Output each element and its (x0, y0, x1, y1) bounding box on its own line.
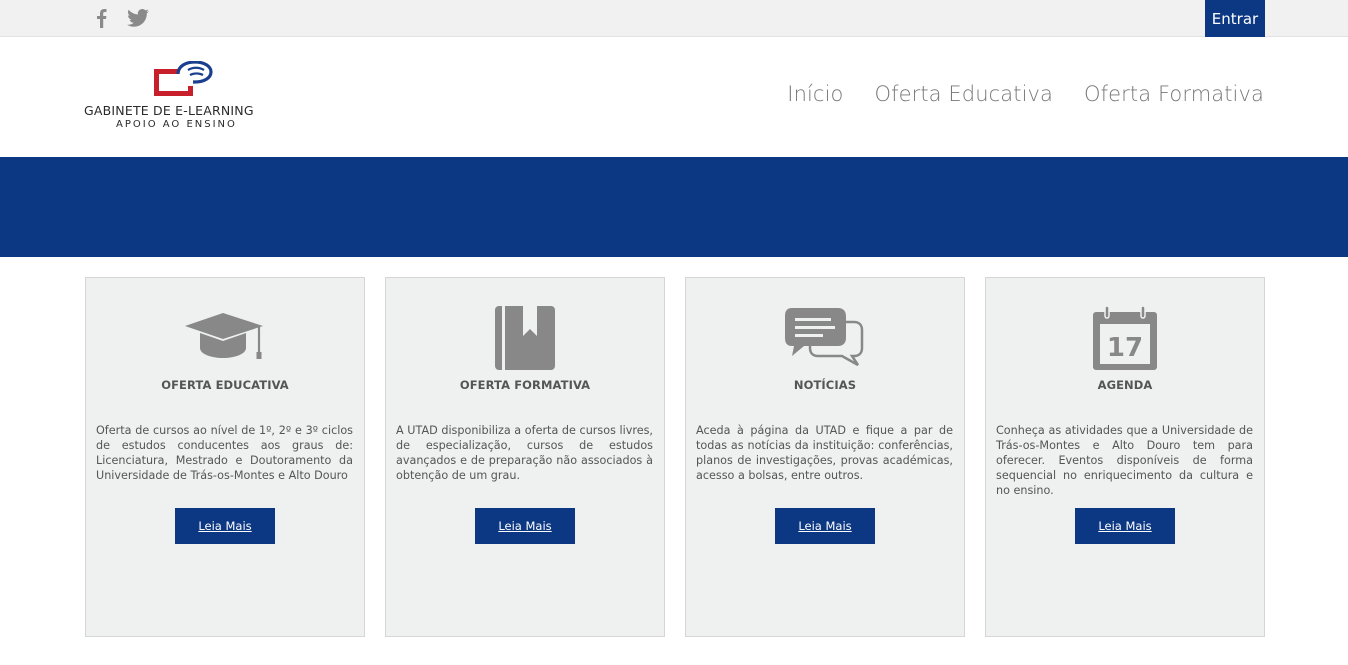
site-header: GABINETE DE E-LEARNING APOIO AO ENSINO I… (0, 37, 1348, 157)
card-description: Aceda à página da UTAD e fique a par de … (696, 424, 953, 482)
chat-bubbles-icon (686, 306, 964, 370)
card-title: AGENDA (1097, 378, 1153, 392)
logo[interactable]: GABINETE DE E-LEARNING APOIO AO ENSINO (84, 61, 289, 133)
card-title: OFERTA EDUCATIVA (161, 378, 289, 392)
bookmark-book-icon (386, 306, 664, 370)
calendar-day: 17 (1107, 333, 1143, 363)
nav-item-inicio[interactable]: Início (787, 82, 843, 106)
card-oferta-formativa: OFERTA FORMATIVA A UTAD disponibiliza a … (385, 277, 665, 637)
feature-cards: OFERTA EDUCATIVA Oferta de cursos ao nív… (85, 277, 1265, 637)
main-nav: Início Oferta Educativa Oferta Formativa (787, 82, 1264, 106)
card-agenda: 17 AGENDA Conheça as atividades que a Un… (985, 277, 1265, 637)
card-oferta-educativa: OFERTA EDUCATIVA Oferta de cursos ao nív… (85, 277, 365, 637)
card-description: A UTAD disponibiliza a oferta de cursos … (396, 424, 653, 482)
card-noticias: NOTÍCIAS Aceda à página da UTAD e fique … (685, 277, 965, 637)
read-more-button[interactable]: Leia Mais (775, 508, 875, 544)
read-more-button[interactable]: Leia Mais (1075, 508, 1175, 544)
card-title: OFERTA FORMATIVA (459, 378, 591, 392)
logo-mark-icon (154, 61, 213, 96)
card-description: Oferta de cursos ao nível de 1º, 2º e 3º… (96, 424, 353, 482)
graduation-cap-icon (86, 306, 364, 370)
calendar-icon: 17 (986, 306, 1264, 370)
hero-banner (0, 157, 1348, 257)
logo-subtitle: APOIO AO ENSINO (116, 119, 237, 130)
card-description: Conheça as atividades que a Universidade… (996, 424, 1253, 497)
nav-item-oferta-formativa[interactable]: Oferta Formativa (1084, 82, 1264, 106)
top-bar: Entrar (0, 0, 1348, 37)
read-more-button[interactable]: Leia Mais (475, 508, 575, 544)
read-more-button[interactable]: Leia Mais (175, 508, 275, 544)
twitter-icon[interactable] (126, 8, 149, 28)
facebook-icon[interactable] (92, 8, 114, 28)
login-button[interactable]: Entrar (1205, 0, 1265, 37)
nav-item-oferta-educativa[interactable]: Oferta Educativa (874, 82, 1053, 106)
logo-title: GABINETE DE E-LEARNING (84, 103, 254, 118)
card-title: NOTÍCIAS (793, 378, 857, 392)
